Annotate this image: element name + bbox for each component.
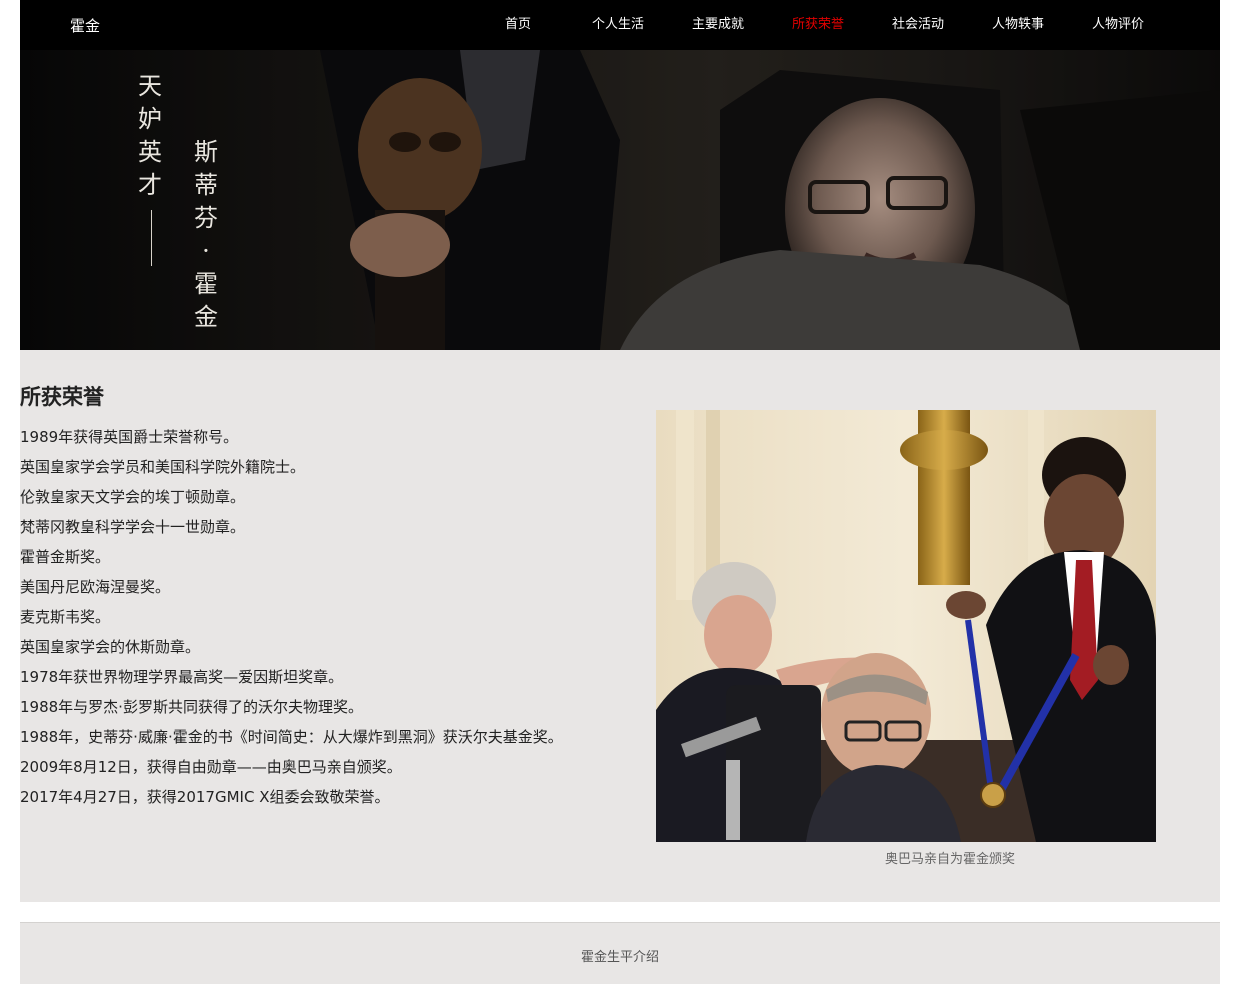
banner-divider [151, 210, 152, 266]
honors-list: 1989年获得英国爵士荣誉称号。 英国皇家学会学员和美国科学院外籍院士。 伦敦皇… [20, 422, 563, 812]
list-item: 1988年，史蒂芬·威廉·霍金的书《时间简史：从大爆炸到黑洞》获沃尔夫基金奖。 [20, 728, 563, 746]
footer-text: 霍金生平介绍 [580, 950, 659, 965]
hero-banner: 天 妒 英 才 斯 蒂 芬 · 霍 金 [20, 50, 1220, 350]
list-item: 霍普金斯奖。 [20, 548, 111, 566]
nav-item-achievements[interactable]: 主要成就 [668, 0, 768, 50]
list-item: 英国皇家学会的休斯勋章。 [20, 638, 201, 656]
site-brand[interactable]: 霍金 [70, 15, 100, 36]
list-item: 梵蒂冈教皇科学学会十一世勋章。 [20, 518, 246, 536]
nav-item-honors[interactable]: 所获荣誉 [768, 0, 868, 50]
nav-item-personal-life[interactable]: 个人生活 [568, 0, 668, 50]
award-photo [656, 410, 1156, 842]
list-item: 2009年8月12日，获得自由勋章——由奥巴马亲自颁奖。 [20, 758, 402, 776]
nav-menu: 首页 个人生活 主要成就 所获荣誉 社会活动 人物轶事 人物评价 [468, 0, 1168, 50]
top-nav: 霍金 首页 个人生活 主要成就 所获荣誉 社会活动 人物轶事 人物评价 [20, 0, 1220, 50]
list-item: 英国皇家学会学员和美国科学院外籍院士。 [20, 458, 306, 476]
section-title: 所获荣誉 [20, 385, 104, 409]
nav-item-home[interactable]: 首页 [468, 0, 568, 50]
list-item: 1988年与罗杰·彭罗斯共同获得了的沃尔夫物理奖。 [20, 698, 363, 716]
list-item: 美国丹尼欧海涅曼奖。 [20, 578, 171, 596]
banner-slogan: 天 妒 英 才 [138, 72, 162, 199]
photo-caption: 奥巴马亲自为霍金颁奖 [884, 852, 1015, 867]
list-item: 伦敦皇家天文学会的埃丁顿勋章。 [20, 488, 246, 506]
award-photo-illustration [656, 410, 1156, 842]
nav-item-evaluation[interactable]: 人物评价 [1068, 0, 1168, 50]
honors-section: 所获荣誉 1989年获得英国爵士荣誉称号。 英国皇家学会学员和美国科学院外籍院士… [20, 350, 1220, 902]
list-item: 1978年获世界物理学界最高奖—爱因斯坦奖章。 [20, 668, 344, 686]
page-footer: 霍金生平介绍 [20, 922, 1220, 984]
banner-name: 斯 蒂 芬 · 霍 金 [194, 138, 218, 331]
list-item: 麦克斯韦奖。 [20, 608, 111, 626]
list-item: 2017年4月27日，获得2017GMIC X组委会致敬荣誉。 [20, 788, 390, 806]
nav-item-social-activities[interactable]: 社会活动 [868, 0, 968, 50]
list-item: 1989年获得英国爵士荣誉称号。 [20, 428, 239, 446]
nav-item-anecdotes[interactable]: 人物轶事 [968, 0, 1068, 50]
